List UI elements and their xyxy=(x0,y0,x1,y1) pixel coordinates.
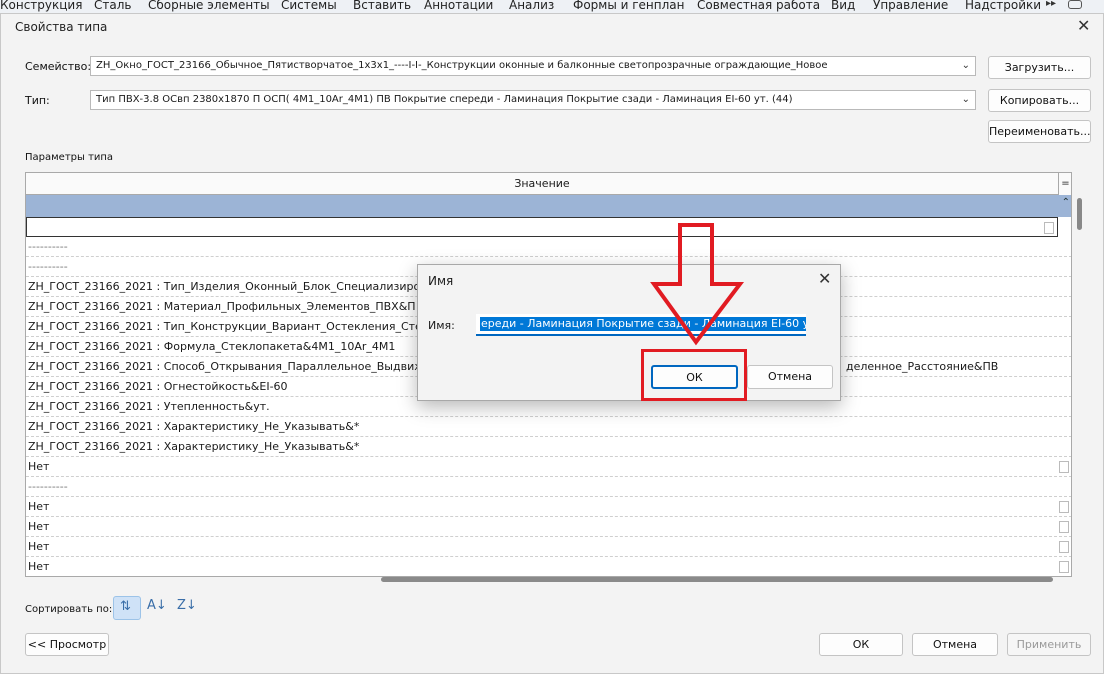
parameter-value: ZH_ГОСТ_23166_2021 : Тип_Конструкции_Вар… xyxy=(28,320,436,333)
highlight-arrow-icon xyxy=(650,223,745,346)
ribbon-tab-collaborate[interactable]: Совместная работа xyxy=(697,0,820,12)
parameter-value: Нет xyxy=(28,560,50,573)
sort-grouped-button[interactable]: ⇅ xyxy=(113,596,141,620)
type-label: Тип: xyxy=(25,94,50,107)
ribbon-tab-massing[interactable]: Формы и генплан xyxy=(573,0,685,12)
close-icon[interactable]: ✕ xyxy=(1077,16,1090,35)
name-dialog: Имя ✕ Имя: ереди - Ламинация Покрытие сз… xyxy=(417,264,841,401)
parameter-checkbox[interactable] xyxy=(1059,521,1069,533)
parameter-value: ZH_ГОСТ_23166_2021 : Способ_Открывания_П… xyxy=(28,360,425,373)
parameter-value: ---------- xyxy=(28,260,68,273)
sort-ascending-icon[interactable]: A↓ xyxy=(147,598,167,613)
ok-button[interactable]: ОК xyxy=(819,633,903,656)
name-input[interactable]: ереди - Ламинация Покрытие сзади - Ламин… xyxy=(476,314,806,336)
type-value: Тип ПВХ-3.8 ОСвп 2380x1870 П ОСП( 4М1_10… xyxy=(96,94,793,105)
parameter-checkbox[interactable] xyxy=(1059,501,1069,513)
column-header-eq[interactable]: = xyxy=(1058,173,1071,195)
name-cancel-button[interactable]: Отмена xyxy=(747,365,833,389)
type-parameters-label: Параметры типа xyxy=(25,152,114,163)
parameter-value: ---------- xyxy=(28,480,68,493)
sort-grouped-icon: ⇅ xyxy=(120,599,131,614)
family-label: Семейство: xyxy=(25,60,92,73)
parameter-row[interactable]: ---------- xyxy=(26,237,1071,257)
parameter-value: ZH_ГОСТ_23166_2021 : Утепленность&ут. xyxy=(28,400,270,413)
parameter-value: ZH_ГОСТ_23166_2021 : Формула_Стеклопакет… xyxy=(28,340,396,353)
parameter-value: ZH_ГОСТ_23166_2021 : Тип_Изделия_Оконный… xyxy=(28,280,427,293)
parameter-row[interactable]: Нет xyxy=(26,557,1071,576)
preview-button[interactable]: << Просмотр xyxy=(25,633,109,656)
parameter-value: Нет xyxy=(28,540,50,553)
horizontal-scrollbar-thumb[interactable] xyxy=(381,577,1053,582)
rename-button[interactable]: Переименовать... xyxy=(988,120,1091,143)
name-field-label: Имя: xyxy=(428,319,455,332)
sort-label: Сортировать по: xyxy=(25,604,113,615)
parameter-row[interactable]: Нет xyxy=(26,517,1071,537)
ribbon-tab-steel[interactable]: Сталь xyxy=(94,0,131,12)
parameter-value-tail: деленное_Расстояние&ПВ xyxy=(846,360,999,373)
parameter-row[interactable]: Нет xyxy=(26,457,1071,477)
parameter-checkbox[interactable] xyxy=(1059,541,1069,553)
ribbon-tab-construction[interactable]: Конструкция xyxy=(0,0,82,12)
parameter-row[interactable]: ZH_ГОСТ_23166_2021 : Характеристику_Не_У… xyxy=(26,417,1071,437)
cancel-button[interactable]: Отмена xyxy=(912,633,998,656)
column-header-value[interactable]: Значение xyxy=(26,173,1058,195)
ribbon-tab-systems[interactable]: Системы xyxy=(281,0,337,12)
parameter-value: ZH_ГОСТ_23166_2021 : Характеристику_Не_У… xyxy=(28,420,360,433)
name-input-selected-text: ереди - Ламинация Покрытие сзади - Ламин… xyxy=(480,317,806,331)
parameter-value: ZH_ГОСТ_23166_2021 : Огнестойкость&EI-60 xyxy=(28,380,288,393)
ribbon-tab-precast[interactable]: Сборные элементы xyxy=(148,0,270,12)
chevron-down-icon: ⌄ xyxy=(961,94,970,105)
parameter-row-editing[interactable] xyxy=(26,217,1058,237)
family-value: ZH_Окно_ГОСТ_23166_Обычное_Пятистворчато… xyxy=(96,60,828,71)
ribbon-tab-insert[interactable]: Вставить xyxy=(353,0,411,12)
parameter-value: Нет xyxy=(28,500,50,513)
ribbon-more-icon[interactable]: ▸▸ xyxy=(1046,0,1056,9)
chevron-down-icon: ⌄ xyxy=(961,60,970,71)
ribbon-tabs: Конструкция Сталь Сборные элементы Систе… xyxy=(0,0,1104,13)
family-select[interactable]: ZH_Окно_ГОСТ_23166_Обычное_Пятистворчато… xyxy=(90,56,976,76)
dialog-title: Свойства типа xyxy=(15,20,108,34)
ribbon-tab-addins[interactable]: Надстройки xyxy=(965,0,1041,12)
parameter-value: ZH_ГОСТ_23166_2021 : Характеристику_Не_У… xyxy=(28,440,360,453)
parameter-value: ZH_ГОСТ_23166_2021 : Материал_Профильных… xyxy=(28,300,416,313)
parameter-row[interactable]: Нет xyxy=(26,537,1071,557)
parameter-row[interactable]: Нет xyxy=(26,497,1071,517)
ribbon-tab-annotate[interactable]: Аннотации xyxy=(424,0,493,12)
name-dialog-title: Имя xyxy=(428,274,454,288)
sort-descending-icon[interactable]: Z↓ xyxy=(177,598,197,613)
ribbon-tab-view[interactable]: Вид xyxy=(831,0,855,12)
name-ok-button[interactable]: ОК xyxy=(651,365,738,389)
type-select[interactable]: Тип ПВХ-3.8 ОСвп 2380x1870 П ОСП( 4М1_10… xyxy=(90,90,976,110)
ribbon-tab-analyze[interactable]: Анализ xyxy=(509,0,554,12)
parameter-value: Нет xyxy=(28,520,50,533)
parameter-row[interactable]: ZH_ГОСТ_23166_2021 : Характеристику_Не_У… xyxy=(26,437,1071,457)
parameter-checkbox[interactable] xyxy=(1044,222,1054,234)
parameter-value: Нет xyxy=(28,460,50,473)
scrollbar-thumb[interactable] xyxy=(1077,198,1082,230)
ribbon-toggle-icon[interactable] xyxy=(1068,0,1082,9)
vertical-scrollbar[interactable] xyxy=(1073,192,1087,578)
load-button[interactable]: Загрузить... xyxy=(988,56,1091,79)
parameter-value: ---------- xyxy=(28,240,68,253)
collapse-icon[interactable]: ⌃ xyxy=(1062,197,1070,208)
close-icon[interactable]: ✕ xyxy=(818,269,831,288)
parameter-row[interactable]: ---------- xyxy=(26,477,1071,497)
parameter-checkbox[interactable] xyxy=(1059,561,1069,573)
copy-button[interactable]: Копировать... xyxy=(988,89,1091,112)
apply-button[interactable]: Применить xyxy=(1007,633,1091,656)
parameter-checkbox[interactable] xyxy=(1059,461,1069,473)
ribbon-tab-manage[interactable]: Управление xyxy=(873,0,948,12)
group-header-row[interactable]: ⌃ xyxy=(26,195,1071,217)
